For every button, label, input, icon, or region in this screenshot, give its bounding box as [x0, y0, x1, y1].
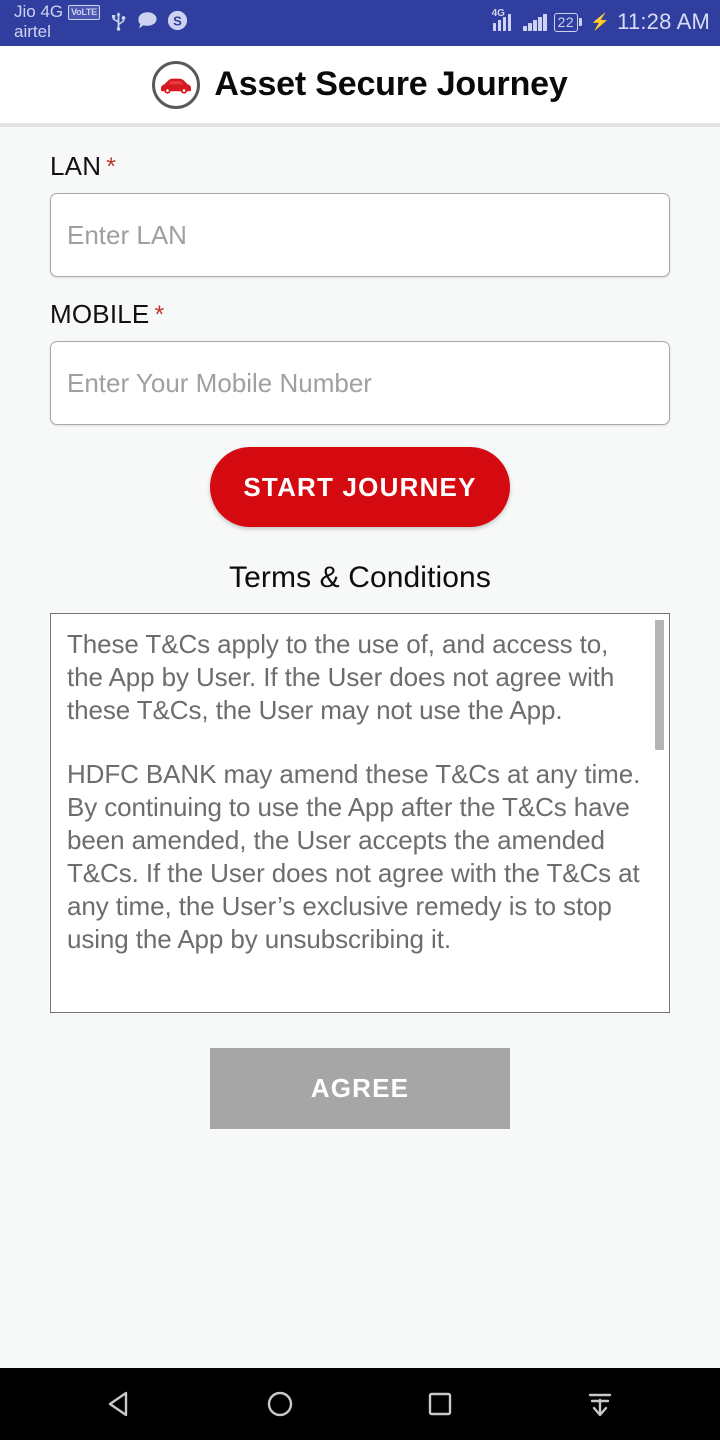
agree-button[interactable]: AGREE — [210, 1048, 510, 1129]
back-icon[interactable] — [85, 1374, 155, 1434]
terms-scroll-box[interactable]: These T&Cs apply to the use of, and acce… — [50, 613, 670, 1013]
status-bar-left: Jio 4G VoLTE airtel S — [14, 0, 188, 42]
terms-scrollbar[interactable] — [655, 620, 664, 1008]
battery-level-label: 22 — [553, 12, 579, 32]
carrier-labels: Jio 4G VoLTE airtel — [14, 2, 100, 42]
terms-title: Terms & Conditions — [229, 561, 491, 594]
charging-bolt-icon: ⚡ — [590, 14, 611, 31]
page-title: Asset Secure Journey — [214, 65, 568, 103]
usb-icon — [109, 11, 128, 31]
start-journey-button[interactable]: START JOURNEY — [210, 447, 510, 527]
carrier-secondary-label: airtel — [14, 22, 51, 41]
signal-4g-icon: 4G — [492, 9, 517, 31]
app-header: Asset Secure Journey — [0, 46, 720, 127]
terms-scrollbar-thumb[interactable] — [655, 620, 664, 750]
svg-text:S: S — [173, 13, 182, 28]
recents-icon[interactable] — [405, 1374, 475, 1434]
lan-label-text: LAN — [50, 151, 102, 181]
hide-navbar-icon[interactable] — [565, 1374, 635, 1434]
main-content: LAN* MOBILE* START JOURNEY Terms & Condi… — [0, 127, 720, 1368]
car-circle-logo-icon — [152, 60, 201, 109]
clock-label: 11:28 AM — [617, 9, 710, 34]
battery-cap — [579, 18, 583, 26]
status-bar: Jio 4G VoLTE airtel S 4G 22 ⚡ 11:28 AM — [0, 0, 720, 46]
mobile-input[interactable] — [50, 341, 670, 425]
skype-icon: S — [167, 10, 188, 31]
status-bar-right: 4G 22 ⚡ 11:28 AM — [492, 0, 710, 35]
message-icon — [137, 11, 158, 30]
volte-badge: VoLTE — [68, 4, 100, 20]
agree-row: AGREE — [50, 1048, 670, 1129]
lan-input[interactable] — [50, 193, 670, 277]
mobile-required-marker: * — [154, 301, 165, 329]
mobile-field-block: MOBILE * — [50, 299, 670, 425]
terms-paragraph: These T&Cs apply to the use of, and acce… — [67, 629, 615, 725]
android-navigation-bar — [0, 1368, 720, 1440]
lan-label: LAN * — [50, 151, 670, 182]
carrier-primary-row: Jio 4G VoLTE — [14, 2, 100, 22]
signal-icon — [523, 13, 547, 31]
start-journey-row: START JOURNEY — [50, 447, 670, 527]
status-bar-icon-group: S — [109, 2, 188, 31]
battery-icon: 22 — [553, 12, 583, 32]
terms-paragraph: HDFC BANK may amend these T&Cs at any ti… — [67, 759, 641, 954]
lan-field-block: LAN * — [50, 151, 670, 277]
lan-required-marker: * — [106, 153, 117, 181]
mobile-label-text: MOBILE — [50, 299, 150, 329]
home-icon[interactable] — [245, 1374, 315, 1434]
carrier-primary-label: Jio 4G — [14, 2, 64, 21]
mobile-label: MOBILE * — [50, 299, 670, 330]
phone-screen: Jio 4G VoLTE airtel S 4G 22 ⚡ 11:28 AM A… — [0, 0, 720, 1440]
